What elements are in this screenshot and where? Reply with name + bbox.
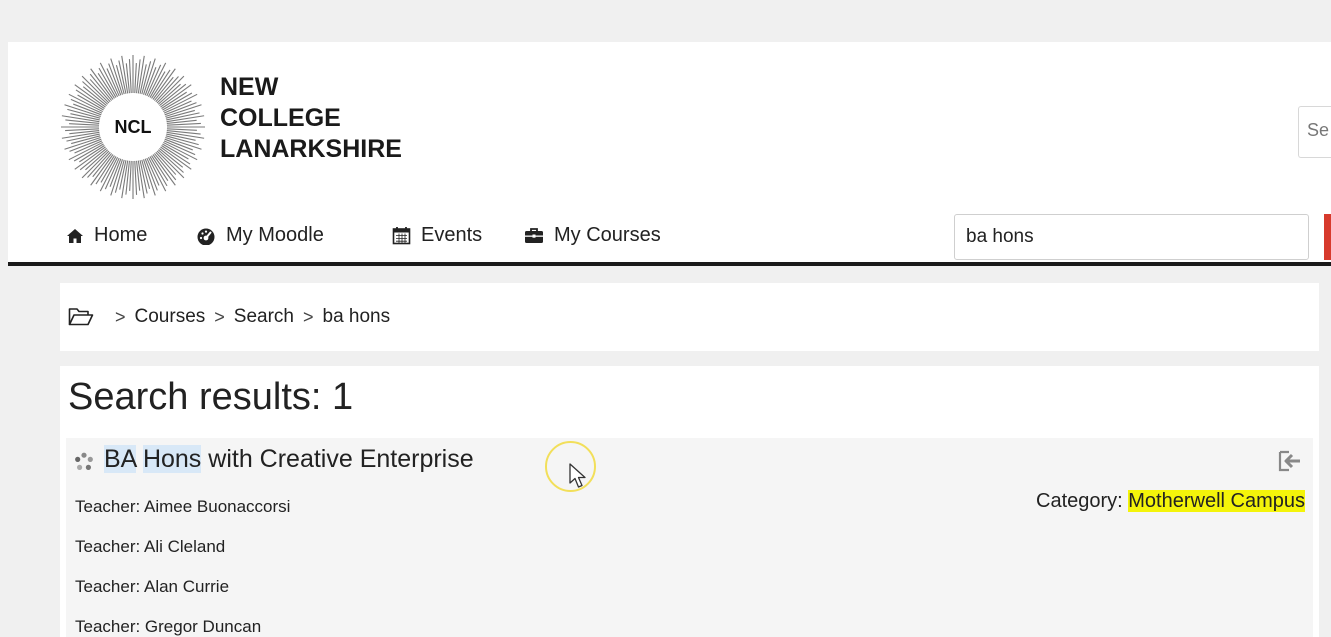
search-match: BA xyxy=(104,445,136,473)
course-search-input[interactable] xyxy=(954,214,1309,260)
nav-my-courses-label: My Courses xyxy=(554,224,661,246)
main-nav: Home My Moodle Events My Courses ba hons xyxy=(8,212,1331,262)
course-result: BA Hons with Creative Enterprise Teacher… xyxy=(66,438,1313,637)
nav-my-moodle-label: My Moodle xyxy=(226,224,324,246)
home-icon xyxy=(67,228,83,243)
briefcase-icon xyxy=(525,228,543,243)
breadcrumb: > Courses > Search > ba hons xyxy=(60,283,1319,351)
teacher-link[interactable]: Teacher: Alan Currie xyxy=(75,577,229,597)
calendar-icon xyxy=(392,227,411,245)
nav-divider xyxy=(8,262,1331,266)
breadcrumb-separator: > xyxy=(302,306,314,327)
search-button[interactable] xyxy=(1324,214,1331,260)
header-search-input[interactable]: Se xyxy=(1298,106,1331,158)
college-name-line: LANARKSHIRE xyxy=(220,135,402,163)
nav-my-moodle[interactable]: My Moodle xyxy=(196,224,324,247)
category-link[interactable]: Motherwell Campus xyxy=(1128,490,1305,512)
course-name-text: with Creative Enterprise xyxy=(201,445,474,473)
course-name-link[interactable]: BA Hons with Creative Enterprise xyxy=(104,445,474,474)
breadcrumb-query[interactable]: ba hons xyxy=(323,306,391,328)
teacher-link[interactable]: Teacher: Ali Cleland xyxy=(75,537,225,557)
breadcrumb-separator: > xyxy=(115,306,126,327)
teacher-link[interactable]: Teacher: Aimee Buonaccorsi xyxy=(75,497,290,517)
breadcrumb-separator: > xyxy=(214,306,225,327)
teacher-link[interactable]: Teacher: Gregor Duncan xyxy=(75,617,261,637)
dashboard-icon xyxy=(197,228,215,245)
college-name-line: COLLEGE xyxy=(220,104,341,132)
course-category: Category: Motherwell Campus xyxy=(1036,490,1305,513)
course-icon xyxy=(75,452,93,470)
course-name-text xyxy=(136,445,143,473)
site-header: NCL NEW COLLEGE LANARKSHIRE Se Home My M… xyxy=(8,42,1331,264)
nav-home-label: Home xyxy=(94,224,148,246)
breadcrumb-courses[interactable]: Courses xyxy=(135,306,206,328)
college-name-line: NEW xyxy=(220,73,279,101)
nav-events[interactable]: Events xyxy=(392,224,482,247)
ncl-logo[interactable]: NCL xyxy=(60,54,206,200)
nav-home[interactable]: Home xyxy=(66,224,147,247)
breadcrumb-search[interactable]: Search xyxy=(234,306,294,328)
search-results: Search results: 1 BA Hons with Creative … xyxy=(60,366,1319,637)
folder-open-icon[interactable] xyxy=(68,307,94,327)
search-match: Hons xyxy=(142,445,202,473)
nav-my-courses[interactable]: My Courses xyxy=(524,224,661,247)
logo-text: NCL xyxy=(115,117,152,137)
page-title: Search results: 1 xyxy=(68,376,354,418)
college-name[interactable]: NEW COLLEGE LANARKSHIRE xyxy=(220,72,402,165)
category-label: Category: xyxy=(1036,490,1129,512)
nav-events-label: Events xyxy=(421,224,483,246)
enrol-icon[interactable] xyxy=(1278,450,1302,472)
